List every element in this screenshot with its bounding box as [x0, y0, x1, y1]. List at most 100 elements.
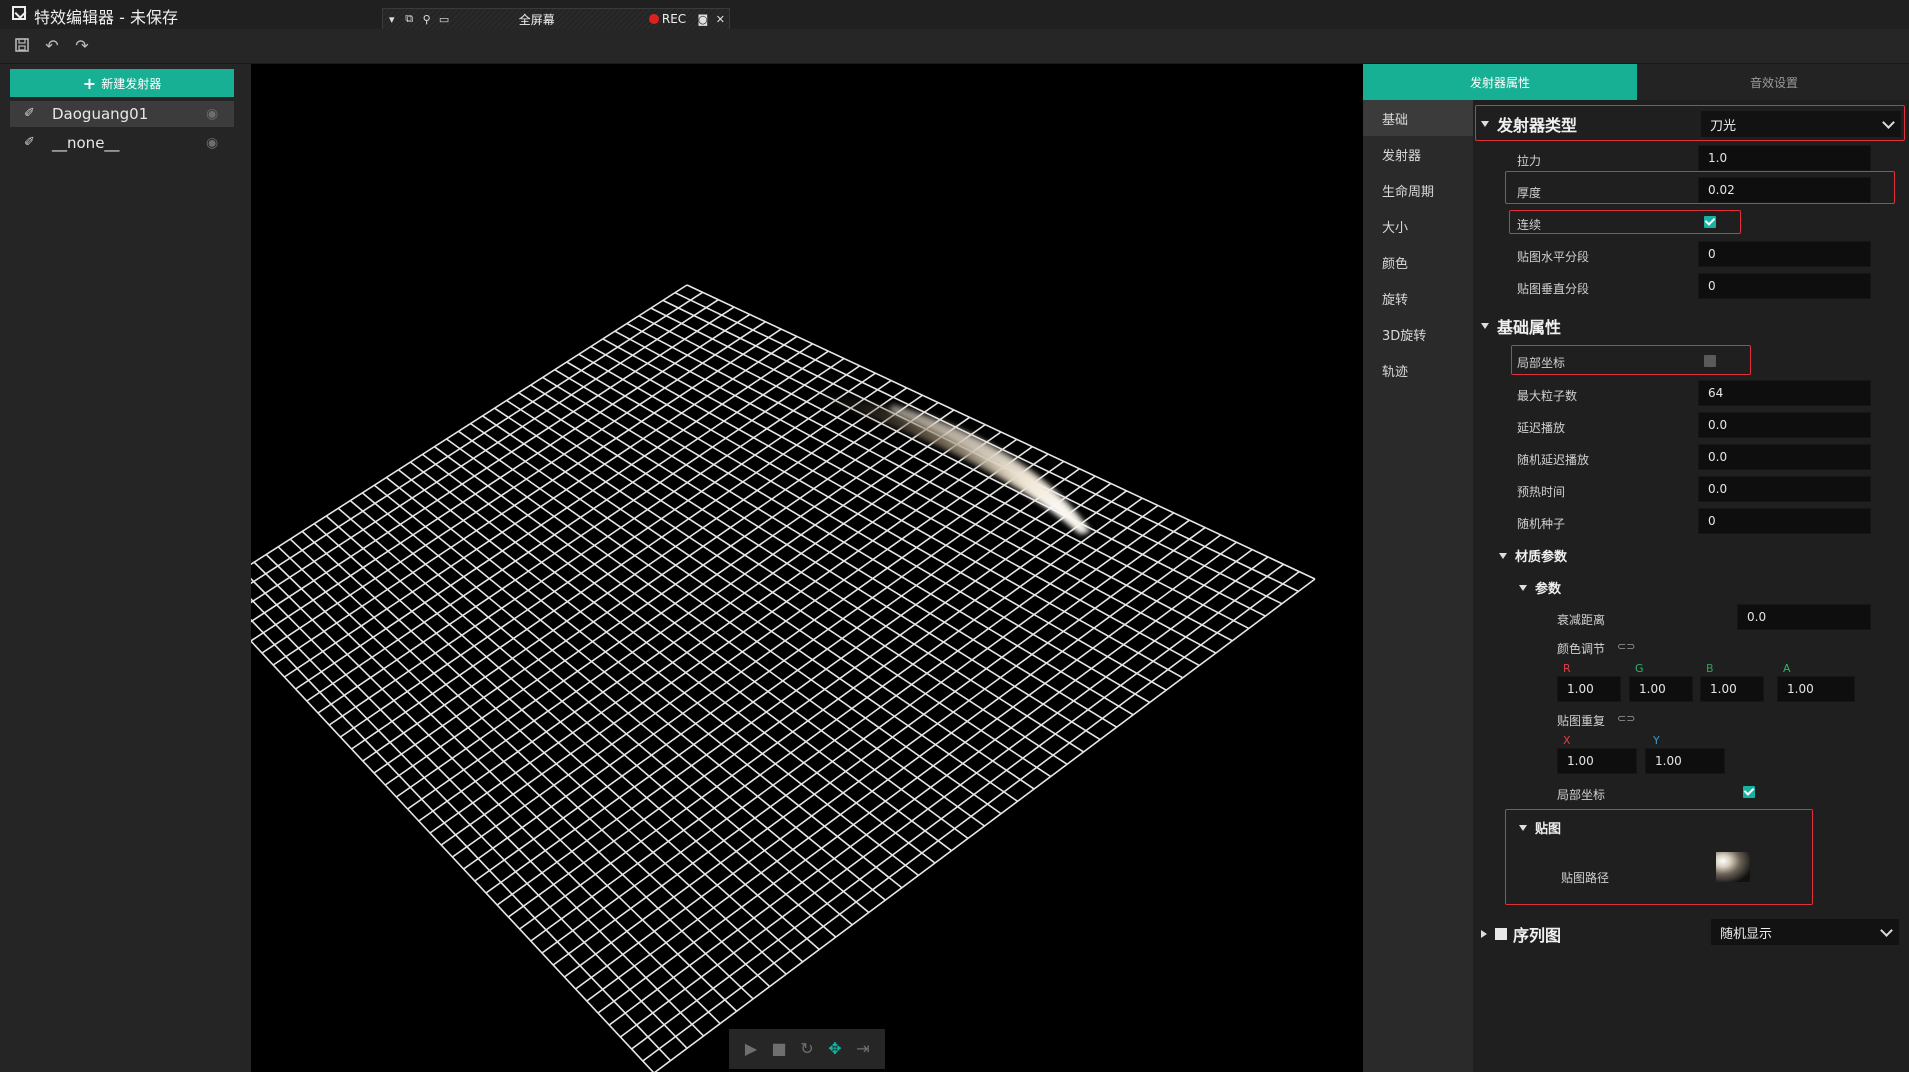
- emitter-type-value: 刀光: [1710, 118, 1737, 134]
- nav-item-3d-rotation[interactable]: 3D旋转: [1363, 316, 1473, 352]
- section-title: 材质参数: [1515, 550, 1568, 565]
- section-sequence[interactable]: 序列图: [1481, 922, 1561, 946]
- redo-icon[interactable]: ↷: [73, 37, 91, 55]
- section-title: 序列图: [1513, 926, 1562, 945]
- max-particles-label: 最大粒子数: [1517, 389, 1578, 403]
- sequence-select[interactable]: 随机显示: [1711, 919, 1899, 945]
- emitter-icon: ✐: [24, 135, 35, 150]
- pull-label: 拉力: [1517, 154, 1542, 168]
- tex-h-segments-field[interactable]: 0: [1698, 241, 1871, 267]
- section-params[interactable]: 参数: [1519, 578, 1561, 597]
- color-a-field[interactable]: 1.00: [1777, 676, 1855, 702]
- fade-distance-field[interactable]: 0.0: [1737, 604, 1871, 630]
- tab-bar: 发射器属性 音效设置: [1363, 64, 1909, 100]
- color-adjust-label: 颜色调节: [1557, 642, 1606, 656]
- texture-path-label: 贴图路径: [1561, 871, 1610, 885]
- continuous-label: 连续: [1517, 218, 1542, 232]
- emitter-icon: ✐: [24, 106, 35, 121]
- random-delay-label: 随机延迟播放: [1517, 453, 1590, 467]
- section-basic-properties[interactable]: 基础属性: [1481, 314, 1561, 338]
- close-icon[interactable]: ✕: [712, 10, 729, 28]
- camera-icon[interactable]: ◙: [694, 10, 711, 28]
- channel-r-label: R: [1563, 662, 1571, 675]
- chevron-down-icon: [1880, 924, 1893, 937]
- caret-down-icon: [1481, 121, 1489, 127]
- search-icon[interactable]: ⚲: [418, 10, 435, 28]
- save-icon[interactable]: [13, 37, 31, 55]
- caret-right-icon: [1481, 930, 1487, 938]
- section-texture[interactable]: 贴图: [1519, 818, 1561, 837]
- sequence-checkbox[interactable]: [1495, 928, 1507, 940]
- eye-icon[interactable]: ◉: [206, 135, 222, 151]
- emitter-item[interactable]: ✐ Daoguang01 ◉: [10, 101, 234, 127]
- stop-icon[interactable]: ■: [768, 1038, 790, 1060]
- link-icon[interactable]: ⊂⊃: [1617, 640, 1635, 653]
- play-icon[interactable]: ▶: [740, 1038, 762, 1060]
- section-title: 参数: [1535, 582, 1562, 597]
- property-nav: 基础 发射器 生命周期 大小 颜色 旋转 3D旋转 轨迹: [1363, 100, 1473, 1072]
- nav-item-rotation[interactable]: 旋转: [1363, 280, 1473, 316]
- replay-icon[interactable]: ↻: [796, 1038, 818, 1060]
- pull-field[interactable]: 1.0: [1698, 145, 1871, 171]
- record-button[interactable]: REC: [648, 12, 687, 26]
- plus-icon: +: [82, 73, 97, 93]
- window-icon[interactable]: ▭: [435, 10, 452, 28]
- tex-v-segments-field[interactable]: 0: [1698, 273, 1871, 299]
- material-local-coords-label: 局部坐标: [1557, 788, 1606, 802]
- eye-icon[interactable]: ◉: [206, 106, 222, 122]
- prewarm-field[interactable]: 0.0: [1698, 476, 1871, 502]
- tex-v-segments-label: 贴图垂直分段: [1517, 282, 1590, 296]
- nav-item-lifecycle[interactable]: 生命周期: [1363, 172, 1473, 208]
- fade-distance-label: 衰减距离: [1557, 613, 1606, 627]
- nav-item-size[interactable]: 大小: [1363, 208, 1473, 244]
- max-particles-field[interactable]: 64: [1698, 380, 1871, 406]
- section-title: 发射器类型: [1497, 116, 1578, 135]
- repeat-x-label: X: [1563, 734, 1571, 747]
- delay-field[interactable]: 0.0: [1698, 412, 1871, 438]
- emitter-name: Daoguang01: [52, 105, 149, 123]
- fullscreen-button[interactable]: 全屏幕: [519, 11, 577, 28]
- dropdown-icon[interactable]: ▾: [383, 10, 400, 28]
- emitter-name: __none__: [52, 134, 120, 152]
- nav-item-emitter[interactable]: 发射器: [1363, 136, 1473, 172]
- tab-sound-settings[interactable]: 音效设置: [1637, 64, 1909, 100]
- delay-label: 延迟播放: [1517, 421, 1566, 435]
- properties-panel: 发射器属性 音效设置 基础 发射器 生命周期 大小 颜色 旋转 3D旋转 轨迹 …: [1363, 64, 1909, 1072]
- emitter-type-select[interactable]: 刀光: [1701, 111, 1901, 137]
- color-b-field[interactable]: 1.00: [1700, 676, 1764, 702]
- new-emitter-label: 新建发射器: [101, 76, 162, 91]
- nav-item-basic[interactable]: 基础: [1363, 100, 1473, 136]
- link-icon[interactable]: ⊂⊃: [1617, 712, 1635, 725]
- title-bar: 特效编辑器 - 未保存 ▾ ⧉ ⚲ ▭ 全屏幕 REC ◙ ✕: [0, 0, 1909, 30]
- move-icon[interactable]: ✥: [824, 1038, 846, 1060]
- copy-icon[interactable]: ⧉: [400, 10, 417, 28]
- repeat-x-field[interactable]: 1.00: [1557, 748, 1637, 774]
- new-emitter-button[interactable]: + 新建发射器: [10, 69, 234, 97]
- nav-item-trail[interactable]: 轨迹: [1363, 352, 1473, 388]
- blade-trail-effect: [811, 390, 1091, 534]
- thickness-label: 厚度: [1517, 186, 1542, 200]
- random-delay-field[interactable]: 0.0: [1698, 444, 1871, 470]
- section-emitter-type[interactable]: 发射器类型: [1481, 112, 1577, 136]
- scene-viewport[interactable]: ▶ ■ ↻ ✥ ⇥: [251, 64, 1363, 1072]
- continuous-checkbox[interactable]: [1704, 216, 1716, 228]
- color-r-field[interactable]: 1.00: [1557, 676, 1621, 702]
- caret-down-icon: [1519, 584, 1527, 591]
- texture-thumbnail[interactable]: [1716, 852, 1750, 882]
- emitter-item[interactable]: ✐ __none__ ◉: [10, 130, 234, 156]
- section-material-params[interactable]: 材质参数: [1499, 546, 1567, 565]
- repeat-y-field[interactable]: 1.00: [1645, 748, 1725, 774]
- nav-item-color[interactable]: 颜色: [1363, 244, 1473, 280]
- local-coords-checkbox[interactable]: [1704, 355, 1716, 367]
- material-local-coords-checkbox[interactable]: [1743, 786, 1755, 798]
- record-label: REC: [661, 12, 687, 26]
- prewarm-label: 预热时间: [1517, 485, 1566, 499]
- step-icon[interactable]: ⇥: [852, 1038, 874, 1060]
- color-g-field[interactable]: 1.00: [1629, 676, 1693, 702]
- random-seed-field[interactable]: 0: [1698, 508, 1871, 534]
- tab-emitter-properties[interactable]: 发射器属性: [1363, 64, 1637, 100]
- undo-icon[interactable]: ↶: [43, 37, 61, 55]
- sequence-value: 随机显示: [1720, 926, 1773, 942]
- thickness-field[interactable]: 0.02: [1698, 177, 1871, 203]
- repeat-y-label: Y: [1653, 734, 1660, 747]
